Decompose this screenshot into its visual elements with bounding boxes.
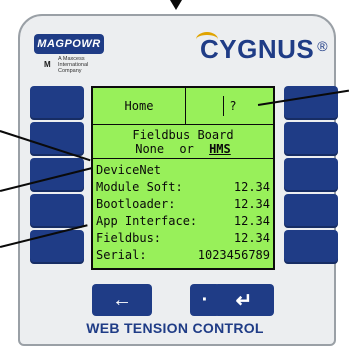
info-value: 12.34 — [233, 197, 270, 211]
right-softkey-4[interactable] — [284, 194, 338, 228]
right-softkey-1[interactable] — [284, 86, 338, 120]
lcd-screen: Home ? Fieldbus Board None or HMS Device… — [91, 86, 275, 270]
info-label: Fieldbus: — [96, 231, 162, 245]
top-pointer-line — [175, 0, 177, 6]
enter-button[interactable]: ↵ — [214, 284, 274, 316]
info-value: 12.34 — [233, 180, 270, 194]
info-label: Module Soft: — [96, 180, 183, 194]
left-softkey-4[interactable] — [30, 194, 84, 228]
logo-subtext: A Maxcess International Company — [58, 56, 89, 74]
info-line: Bootloader: 12.34 — [96, 196, 270, 213]
option-none[interactable]: None — [135, 142, 164, 156]
dot-icon: · — [201, 288, 209, 311]
info-value: 12.34 — [233, 214, 270, 228]
info-list: DeviceNet Module Soft: 12.34 Bootloader:… — [96, 162, 270, 264]
left-arrow-icon: ← — [112, 288, 132, 311]
info-label: Bootloader: — [96, 197, 176, 211]
right-softkey-3[interactable] — [284, 158, 338, 192]
cygnus-brand: CYGNUS ® — [196, 32, 328, 64]
tab-help[interactable]: ? — [223, 96, 242, 116]
screen-title-block: Fieldbus Board None or HMS — [93, 126, 273, 159]
info-label: DeviceNet — [96, 163, 162, 177]
screen-tab-row: Home ? — [93, 88, 273, 125]
info-label: App Interface: — [96, 214, 198, 228]
tab-home[interactable]: Home — [93, 88, 186, 124]
screen-title: Fieldbus Board — [132, 128, 234, 142]
option-hms[interactable]: HMS — [209, 142, 231, 156]
registered-mark: ® — [317, 38, 328, 54]
info-line: Fieldbus: 12.34 — [96, 230, 270, 247]
info-value: 1023456789 — [197, 248, 270, 262]
board-options: None or HMS — [93, 142, 273, 156]
right-softkey-5[interactable] — [284, 230, 338, 264]
option-or: or — [179, 142, 194, 156]
left-softkey-5[interactable] — [30, 230, 84, 264]
info-line: Module Soft: 12.34 — [96, 179, 270, 196]
info-line: App Interface: 12.34 — [96, 213, 270, 230]
brand-swoosh-icon — [196, 32, 218, 47]
info-label: Serial: — [96, 248, 147, 262]
right-softkey-2[interactable] — [284, 122, 338, 156]
left-softkey-2[interactable] — [30, 122, 84, 156]
info-value: 12.34 — [233, 231, 270, 245]
left-softkey-1[interactable] — [30, 86, 84, 120]
footer-label: WEB TENSION CONTROL — [86, 320, 264, 336]
left-arrow-button[interactable]: ← — [92, 284, 152, 316]
info-line: Serial: 1023456789 — [96, 247, 270, 264]
maxcess-logo-icon: M — [44, 60, 51, 69]
magpowr-logo: MAGPOWR — [34, 34, 104, 54]
enter-icon: ↵ — [235, 289, 253, 312]
info-line: DeviceNet — [96, 162, 270, 179]
